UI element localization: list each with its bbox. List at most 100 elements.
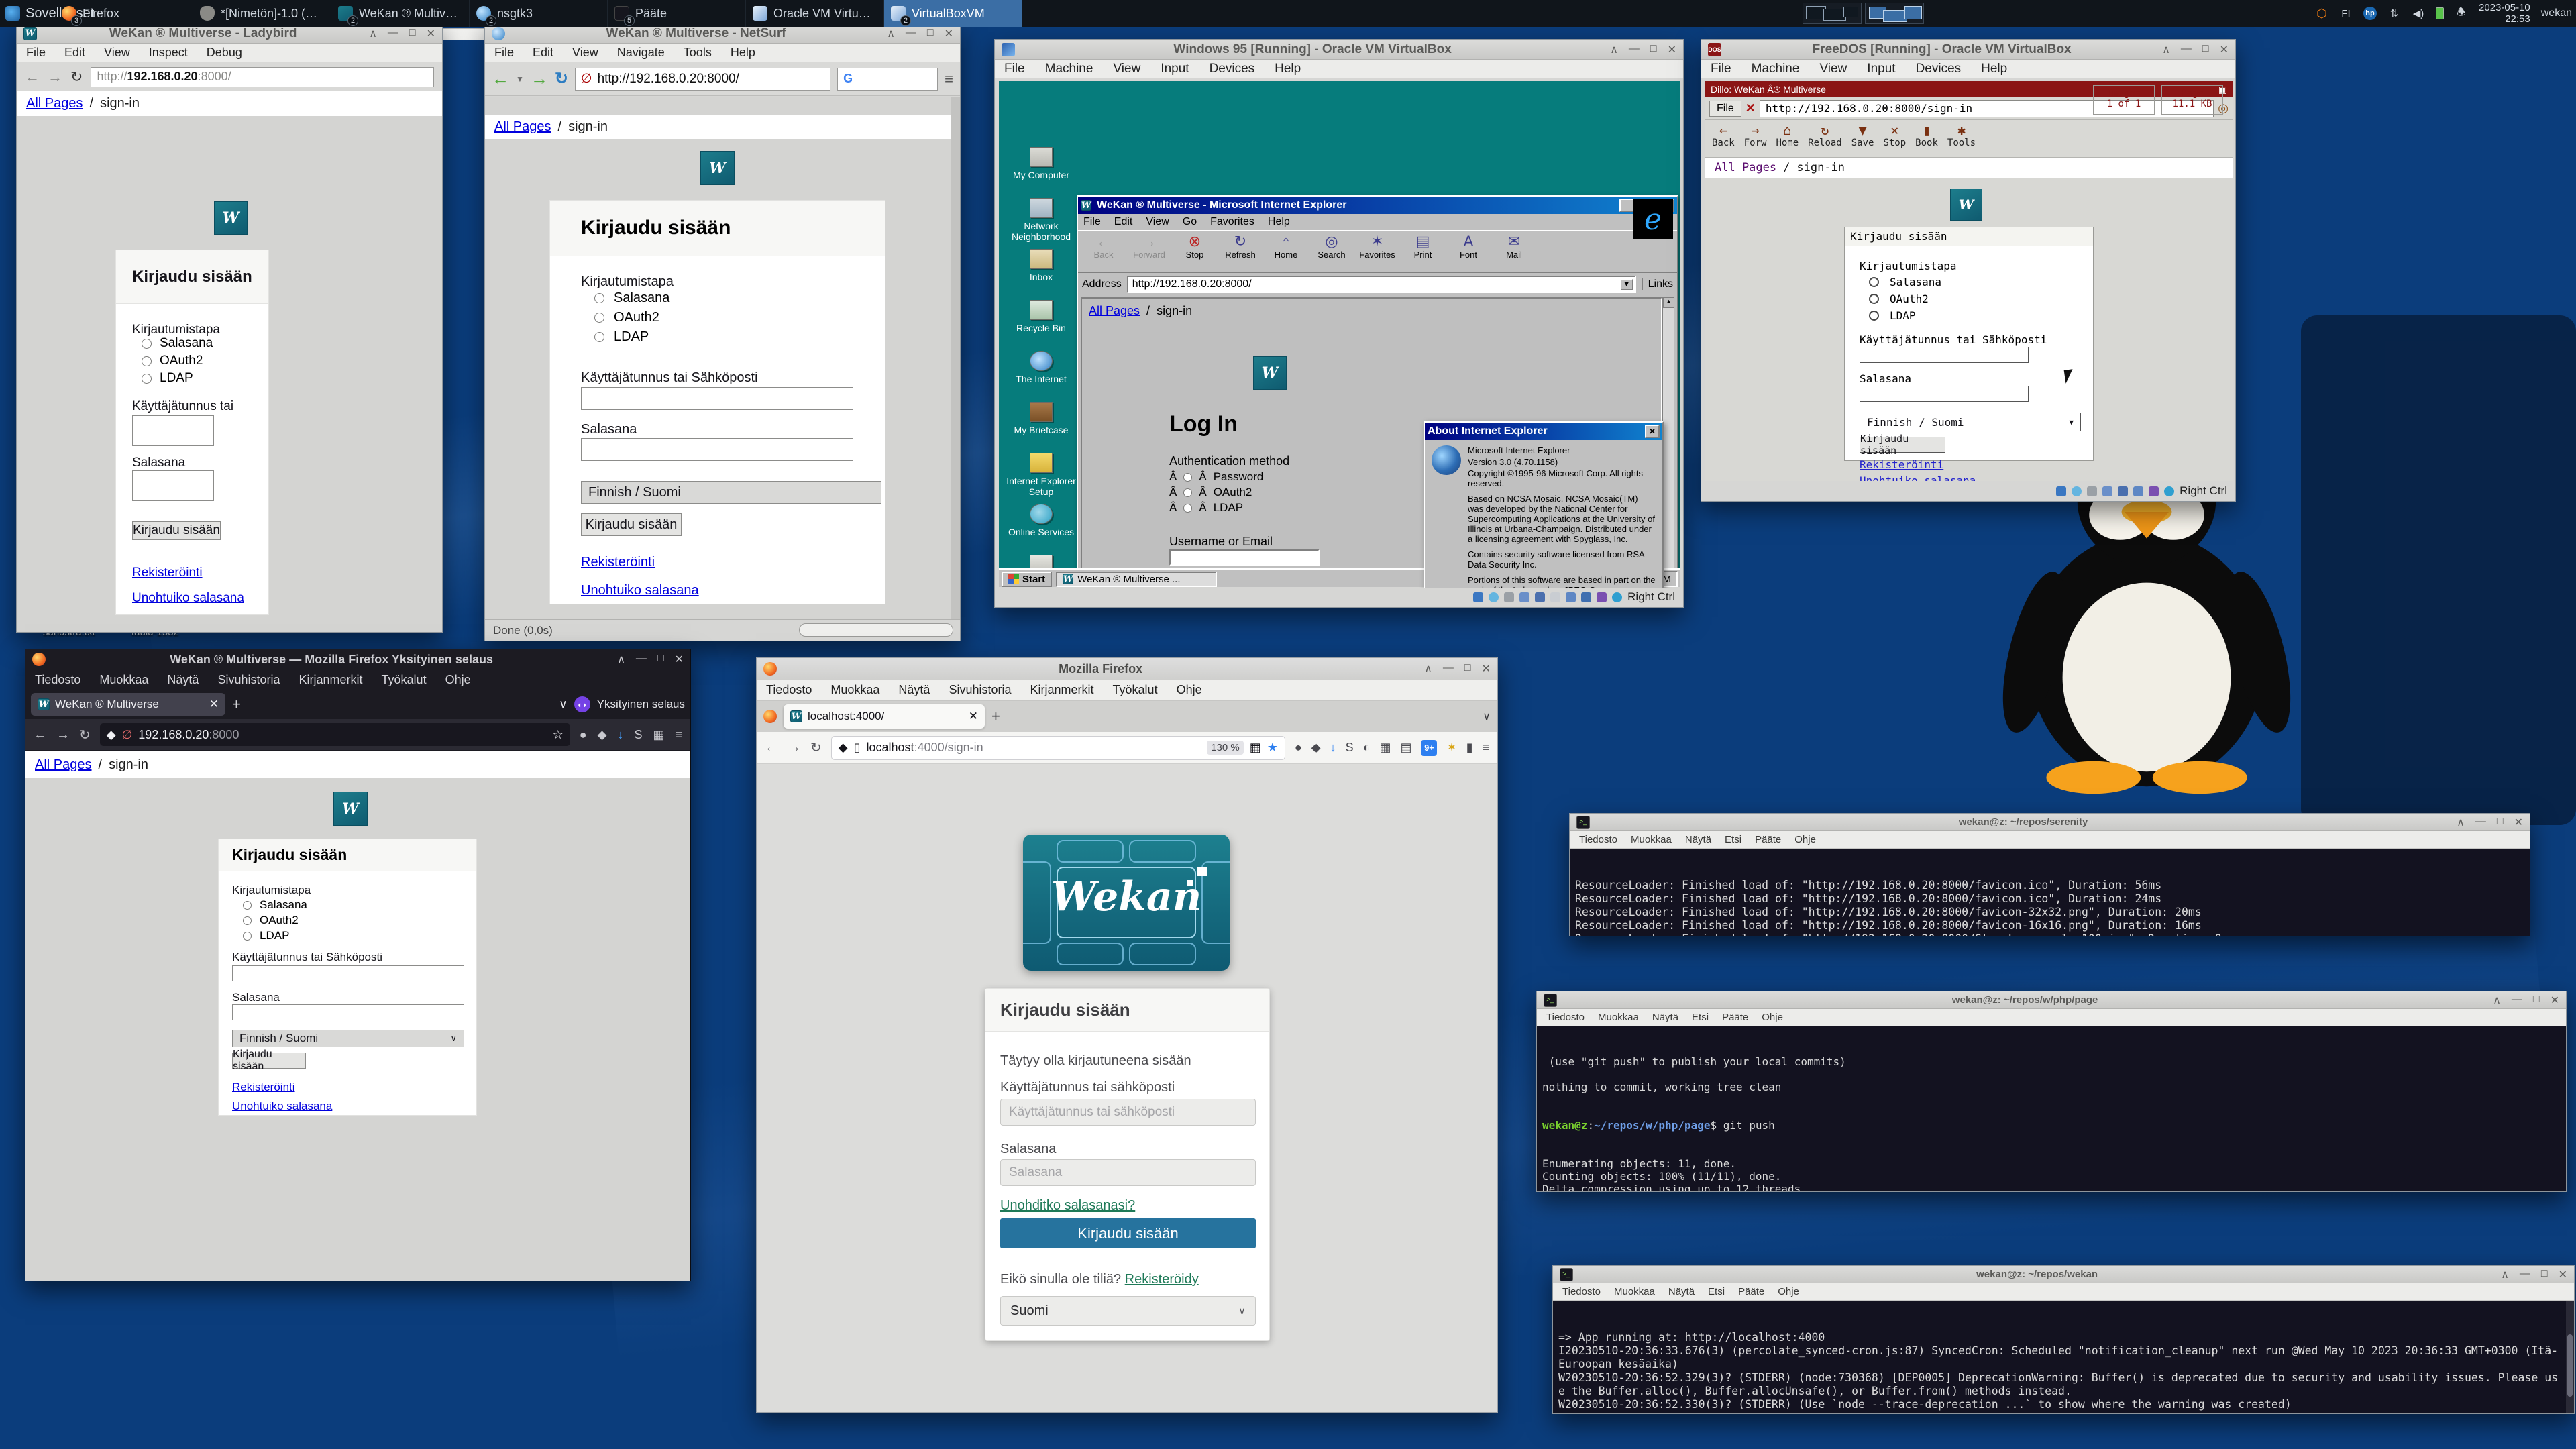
forward-icon[interactable]: → xyxy=(48,68,62,86)
sign-in-button[interactable]: Kirjaudu sisään xyxy=(232,1053,306,1069)
reload-icon[interactable]: ↻ xyxy=(555,69,568,89)
ie-toolbar-button[interactable]: ⌂ Home xyxy=(1265,233,1307,260)
menu-item[interactable]: Edit xyxy=(1114,216,1133,228)
taskbar-window-button[interactable]: *[Nimetön]-1.0 (RGB-vä... xyxy=(193,0,331,27)
scroll-up-icon[interactable]: ▲ xyxy=(1663,297,1674,308)
menu-item[interactable]: Tools xyxy=(684,46,712,60)
menu-item[interactable]: Tiedosto xyxy=(35,673,80,687)
back-icon[interactable]: ← xyxy=(34,727,47,743)
dillo-toolbar-button[interactable]: ⌂ Home xyxy=(1776,123,1799,148)
close-button[interactable]: ✕ xyxy=(427,27,435,40)
menu-item[interactable]: Help xyxy=(1275,62,1301,76)
register-link[interactable]: Rekisteröinti xyxy=(1860,458,1943,471)
stop-icon[interactable]: ✕ xyxy=(1746,101,1756,115)
maximize-button[interactable]: □ xyxy=(2497,816,2504,829)
menu-item[interactable]: File xyxy=(1711,62,1731,76)
menu-item[interactable]: Help xyxy=(1268,216,1290,228)
username-input[interactable] xyxy=(132,415,214,446)
terminal-output[interactable]: (use "git push" to publish your local co… xyxy=(1537,1026,2566,1191)
menu-item[interactable]: Ohje xyxy=(1177,683,1202,697)
menu-item[interactable]: Help xyxy=(731,46,755,60)
auth-method-option[interactable]: LDAP xyxy=(142,371,213,386)
menu-item[interactable]: File xyxy=(494,46,514,60)
radio-icon[interactable] xyxy=(1869,277,1879,287)
select-chevron-icon[interactable]: ∨ xyxy=(1238,1305,1246,1317)
url-bar[interactable]: ◆ ▯ localhost:4000/sign-in 130 % ▦ ★ xyxy=(831,736,1285,760)
panel-clock[interactable]: 2023-05-10 22:53 xyxy=(2479,2,2530,25)
win95-desktop-icon[interactable]: My Briefcase xyxy=(1004,402,1078,435)
minimize-button[interactable]: — xyxy=(1443,662,1454,676)
page-info-icon[interactable]: ▯ xyxy=(854,741,861,755)
ie-titlebar[interactable]: W WeKan ® Multiverse - Microsoft Interne… xyxy=(1078,197,1677,214)
account-icon[interactable]: ● xyxy=(580,728,587,742)
tracking-shield-icon[interactable]: ◆ xyxy=(839,741,848,755)
menu-item[interactable]: Ohje xyxy=(1778,1286,1799,1297)
ie-toolbar-button[interactable]: ✉ Mail xyxy=(1493,233,1536,260)
minimize-button[interactable]: — xyxy=(2520,1268,2530,1281)
menu-item[interactable]: Machine xyxy=(1045,62,1093,76)
ie-toolbar-button[interactable]: ⊗ Stop xyxy=(1173,233,1216,260)
menu-item[interactable]: Tiedosto xyxy=(1546,1012,1585,1023)
language-select[interactable]: Finnish / Suomi ▼ xyxy=(1860,413,2081,431)
breadcrumb-all-pages-link[interactable]: All Pages xyxy=(35,757,92,773)
menu-item[interactable]: Edit xyxy=(533,46,553,60)
radio-icon[interactable] xyxy=(142,339,152,349)
sign-in-button[interactable]: Kirjaudu sisään xyxy=(1000,1218,1256,1248)
menu-item[interactable]: View xyxy=(1113,62,1140,76)
forward-icon[interactable]: → xyxy=(531,68,548,89)
close-button[interactable]: ✕ xyxy=(2551,994,2559,1007)
menu-item[interactable]: Näytä xyxy=(898,683,930,697)
password-input[interactable] xyxy=(581,438,853,461)
dillo-toolbar-button[interactable]: ▮ Book xyxy=(1915,123,1938,148)
bookmark-star-icon[interactable]: ★ xyxy=(1267,741,1278,755)
taskbar-window-button[interactable]: VirtualBoxVM 2 xyxy=(884,0,1022,27)
username-input[interactable] xyxy=(232,965,464,981)
protections-icon[interactable]: ◆ xyxy=(1311,741,1321,755)
register-link[interactable]: Rekisteröinti xyxy=(581,555,655,570)
win95-desktop-icon[interactable]: My Computer xyxy=(1004,147,1078,180)
menu-item[interactable]: Favorites xyxy=(1210,216,1254,228)
menu-item[interactable]: Kirjanmerkit xyxy=(299,673,363,687)
taskbar-window-button[interactable]: Pääte 5 xyxy=(608,0,746,27)
ie-toolbar-button[interactable]: ↻ Refresh xyxy=(1219,233,1262,260)
tracking-shield-icon[interactable]: ◆ xyxy=(107,728,116,742)
dillo-toolbar-button[interactable]: ← Back xyxy=(1712,123,1735,148)
terminal-output[interactable]: ResourceLoader: Finished load of: "http:… xyxy=(1570,849,2530,936)
close-button[interactable]: ✕ xyxy=(2514,816,2523,829)
dark-mode-extension-icon[interactable]: ◐ xyxy=(1363,741,1371,755)
menu-item[interactable]: File xyxy=(1083,216,1101,228)
ie-toolbar-button[interactable]: ▤ Print xyxy=(1401,233,1444,260)
taskbar-window-button[interactable]: WeKan ® Multiverse - L... 2 xyxy=(331,0,470,27)
maximize-button[interactable]: □ xyxy=(657,653,664,666)
menu-item[interactable]: Näytä xyxy=(1668,1286,1695,1297)
win95-desktop-icon[interactable]: Online Services xyxy=(1004,504,1078,537)
menu-item[interactable]: Pääte xyxy=(1738,1286,1764,1297)
register-link[interactable]: Rekisteröinti xyxy=(132,566,203,580)
username-input[interactable] xyxy=(1000,1099,1256,1126)
menu-item[interactable]: Etsi xyxy=(1708,1286,1725,1297)
terminal-titlebar[interactable]: >_ wekan@z: ~/repos/wekan ∧ — □ ✕ xyxy=(1553,1266,2574,1283)
maximize-button[interactable]: □ xyxy=(409,27,416,40)
radio-icon[interactable] xyxy=(243,932,252,941)
radio-icon[interactable] xyxy=(243,916,252,925)
menu-item[interactable]: Muokkaa xyxy=(1614,1286,1655,1297)
breadcrumb-all-pages-link[interactable]: All Pages xyxy=(1715,161,1776,174)
register-link[interactable]: Rekisteröidy xyxy=(1125,1272,1199,1287)
url-bar[interactable]: http://192.168.0.20:8000/ xyxy=(91,67,434,87)
library-icon[interactable]: ▮ xyxy=(1466,741,1473,755)
select-dropdown-icon[interactable]: ▼ xyxy=(2069,418,2074,427)
menu-item[interactable]: Sivuhistoria xyxy=(217,673,280,687)
browser-tab[interactable]: W WeKan ® Multiverse ✕ xyxy=(31,693,225,716)
tab-close-icon[interactable]: ✕ xyxy=(209,698,219,711)
close-button[interactable]: ✕ xyxy=(1668,43,1676,56)
radio-icon[interactable] xyxy=(1183,473,1192,482)
ie-toolbar-button[interactable]: ◎ Search xyxy=(1310,233,1353,260)
menu-icon[interactable]: ≡ xyxy=(675,728,682,742)
start-button[interactable]: Start xyxy=(1002,572,1052,587)
win95-desktop-icon[interactable]: Inbox xyxy=(1004,249,1078,282)
radio-icon[interactable] xyxy=(1869,311,1879,321)
sign-in-button[interactable]: Kirjaudu sisään xyxy=(132,521,221,540)
password-input[interactable] xyxy=(1860,386,2029,402)
close-button[interactable]: ✕ xyxy=(945,27,953,40)
new-tab-button[interactable]: + xyxy=(991,708,1000,725)
